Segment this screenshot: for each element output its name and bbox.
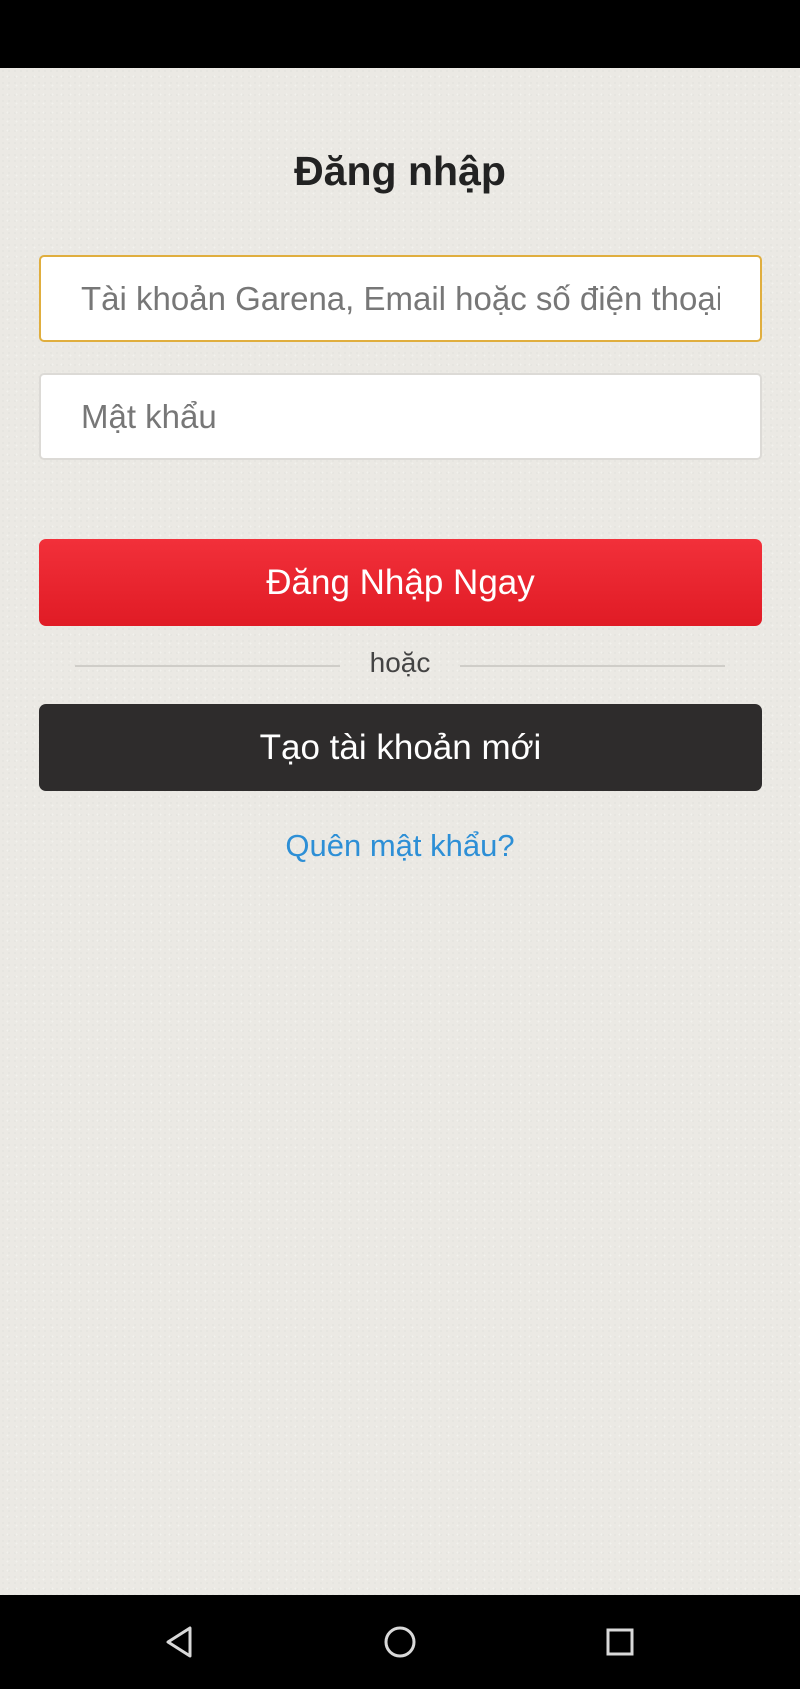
page-title: Đăng nhập <box>294 148 506 194</box>
create-account-button[interactable]: Tạo tài khoản mới <box>39 704 762 791</box>
square-recents-icon <box>606 1628 634 1656</box>
recents-button[interactable] <box>595 1617 645 1667</box>
account-input[interactable] <box>41 257 760 340</box>
triangle-back-icon <box>166 1626 192 1658</box>
status-bar <box>0 0 800 68</box>
home-button[interactable] <box>375 1617 425 1667</box>
login-screen: Đăng nhập Đăng Nhập Ngay hoặc Tạo tài kh… <box>0 68 800 1595</box>
divider-text: hoặc <box>369 647 431 678</box>
forgot-password-link[interactable]: Quên mật khẩu? <box>0 828 800 864</box>
system-nav-bar <box>0 1595 800 1689</box>
back-button[interactable] <box>154 1617 204 1667</box>
password-input[interactable] <box>41 375 760 458</box>
or-divider: hoặc <box>75 645 725 685</box>
circle-home-icon <box>384 1626 416 1658</box>
account-field[interactable] <box>39 255 762 342</box>
password-field[interactable] <box>39 373 762 460</box>
login-button[interactable]: Đăng Nhập Ngay <box>39 539 762 626</box>
divider-line-right <box>460 665 725 667</box>
